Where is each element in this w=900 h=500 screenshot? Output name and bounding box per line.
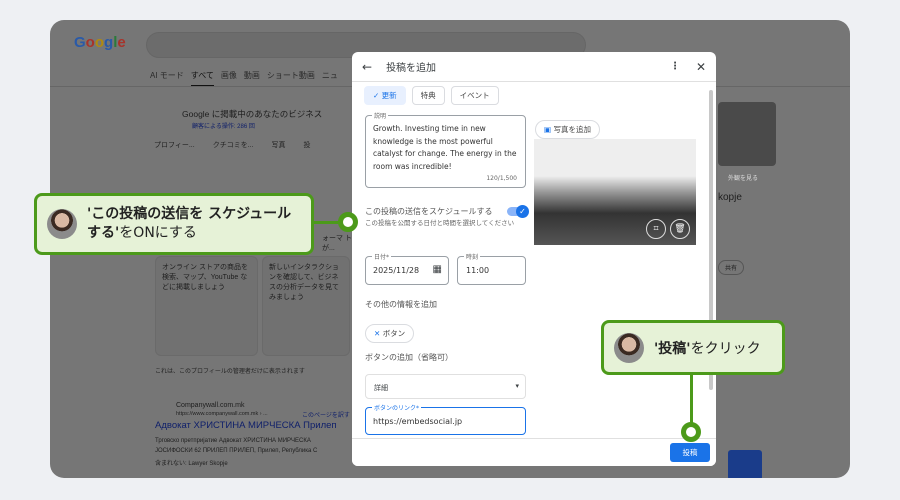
- time-value: 11:00: [466, 266, 490, 275]
- button-chip[interactable]: ✕ ボタン: [365, 324, 415, 343]
- action-photos[interactable]: 写真: [272, 140, 286, 150]
- card-store[interactable]: オンライン ストアの商品を検索、マップ、YouTube などに掲載しましょう: [155, 256, 258, 356]
- card2-heading: ォーマ トが...: [322, 235, 352, 252]
- view-exterior[interactable]: 外観を見る: [728, 173, 758, 182]
- card-text: 新しいインタラクションを確認して、ビジネスの分析データを見てみましょう: [269, 264, 339, 301]
- schedule-callout: 'この投稿の送信を スケジュールする'をONにする: [34, 193, 314, 255]
- callout-bold: '投稿': [654, 340, 691, 357]
- calendar-icon[interactable]: ▦: [433, 264, 442, 275]
- date-field[interactable]: 日付* 2025/11/28 ▦: [365, 252, 449, 285]
- time-label: 時刻: [464, 252, 481, 261]
- share-button[interactable]: 共有: [718, 260, 745, 275]
- back-arrow-icon[interactable]: ←: [362, 60, 372, 74]
- business-sub: 顧客による操作: 286 回: [192, 124, 255, 130]
- translate-link[interactable]: このページを訳す: [302, 410, 350, 419]
- tab-shorts[interactable]: ショート動画: [267, 70, 315, 87]
- tab-videos[interactable]: 動画: [244, 70, 260, 87]
- description-label: 説明: [372, 111, 389, 120]
- description-text: Growth. Investing time in new knowledge …: [373, 124, 517, 171]
- schedule-title: この投稿の送信をスケジュールする: [365, 207, 493, 216]
- business-title: Google に掲載中のあなたのビジネス: [182, 109, 323, 119]
- add-post-dialog: ← 投稿を追加 ⋮ ✕ ✓ 更新 特典 イベント 説明 Growth. Inve…: [352, 52, 716, 466]
- button-chip-label: ボタン: [382, 329, 406, 338]
- callout-target-dot: [681, 422, 701, 442]
- result-snippet: Трговско претпријатие Адвокат ХРИСТИНА М…: [155, 438, 311, 444]
- post-callout: '投稿'をクリック: [601, 320, 785, 375]
- side-name: kopje: [718, 192, 742, 203]
- char-count: 120/1,500: [486, 175, 517, 182]
- type-event-chip[interactable]: イベント: [450, 86, 499, 105]
- result-title[interactable]: Адвокат ХРИСТИНА МИРЧЕСКА Прилеп: [155, 420, 337, 431]
- add-photo-label: 写真を追加: [553, 125, 591, 134]
- avatar: [47, 209, 77, 239]
- dropdown-arrow-icon: ▾: [515, 382, 519, 390]
- description-field[interactable]: 説明 Growth. Investing time in new knowled…: [365, 111, 526, 188]
- tag-icon: [728, 450, 762, 478]
- post-button[interactable]: 投稿: [670, 443, 710, 462]
- admin-note: これは、このプロフィールの管理者だけに表示されます: [155, 369, 305, 375]
- callout-connector: [690, 372, 693, 424]
- close-icon[interactable]: ✕: [696, 60, 706, 74]
- type-offer-chip[interactable]: 特典: [411, 86, 445, 105]
- google-logo: Google: [74, 34, 126, 51]
- tab-ai[interactable]: AI モード: [150, 70, 184, 87]
- schedule-sub: この投稿を公開する日付と時間を選択してください: [365, 219, 515, 227]
- callout-target-dot: [338, 212, 358, 232]
- type-update-chip[interactable]: ✓ 更新: [364, 86, 406, 105]
- action-profile[interactable]: プロフィー...: [154, 140, 195, 150]
- link-value: https://embedsocial.jp: [373, 417, 463, 426]
- dialog-footer: 投稿: [352, 438, 716, 466]
- result-missing: 含まれない: Lawyer Skopje: [155, 461, 228, 467]
- search-tabs: AI モード すべて 画像 動画 ショート動画 ニュ: [150, 70, 338, 87]
- more-vert-icon[interactable]: ⋮: [670, 61, 680, 72]
- date-value: 2025/11/28: [373, 266, 420, 275]
- delete-icon[interactable]: 🗑: [670, 219, 690, 239]
- link-label: ボタンのリンク*: [372, 403, 422, 412]
- add-photo-icon: ▣: [544, 125, 552, 134]
- check-icon: ✓: [516, 205, 529, 218]
- date-label: 日付*: [372, 252, 392, 261]
- tab-images[interactable]: 画像: [221, 70, 237, 87]
- action-post[interactable]: 投: [304, 140, 311, 150]
- card-text: オンライン ストアの商品を検索、マップ、YouTube などに掲載しましょう: [162, 264, 248, 291]
- button-type-value: 詳細: [374, 384, 388, 392]
- schedule-toggle[interactable]: ✓: [507, 205, 529, 218]
- tab-news[interactable]: ニュ: [322, 70, 338, 87]
- more-info-label: その他の情報を追加: [365, 300, 437, 309]
- button-type-select[interactable]: 詳細 ▾: [365, 374, 526, 399]
- dialog-title: 投稿を追加: [386, 63, 437, 74]
- result-snippet: ЈОСИФОСКИ 62 ПРИЛЕП ПРИЛЕП, Прилеп, Репу…: [155, 448, 318, 454]
- action-reviews[interactable]: クチコミを...: [213, 140, 254, 150]
- button-section-label: ボタンの追加（省略可）: [365, 353, 453, 362]
- remove-icon[interactable]: ✕: [374, 329, 380, 338]
- callout-text: をONにする: [119, 225, 197, 241]
- post-photo: ⌗ 🗑: [534, 139, 696, 245]
- button-link-field[interactable]: ボタンのリンク* https://embedsocial.jp: [365, 403, 526, 435]
- time-field[interactable]: 時刻 11:00: [457, 252, 526, 285]
- crop-icon[interactable]: ⌗: [646, 219, 666, 239]
- avatar: [614, 332, 644, 363]
- callout-text: をクリック: [690, 340, 761, 357]
- add-photo-button[interactable]: ▣ 写真を追加: [535, 120, 600, 139]
- result-site: Companywall.com.mk: [176, 402, 245, 409]
- tab-all[interactable]: すべて: [190, 70, 214, 87]
- result-url: https://www.companywall.com.mk › ...: [176, 411, 268, 417]
- card-insights[interactable]: 新しいインタラクションを確認して、ビジネスの分析データを見てみましょう: [262, 256, 350, 356]
- chip-label: 更新: [381, 91, 397, 100]
- map-thumbnail[interactable]: [718, 102, 776, 166]
